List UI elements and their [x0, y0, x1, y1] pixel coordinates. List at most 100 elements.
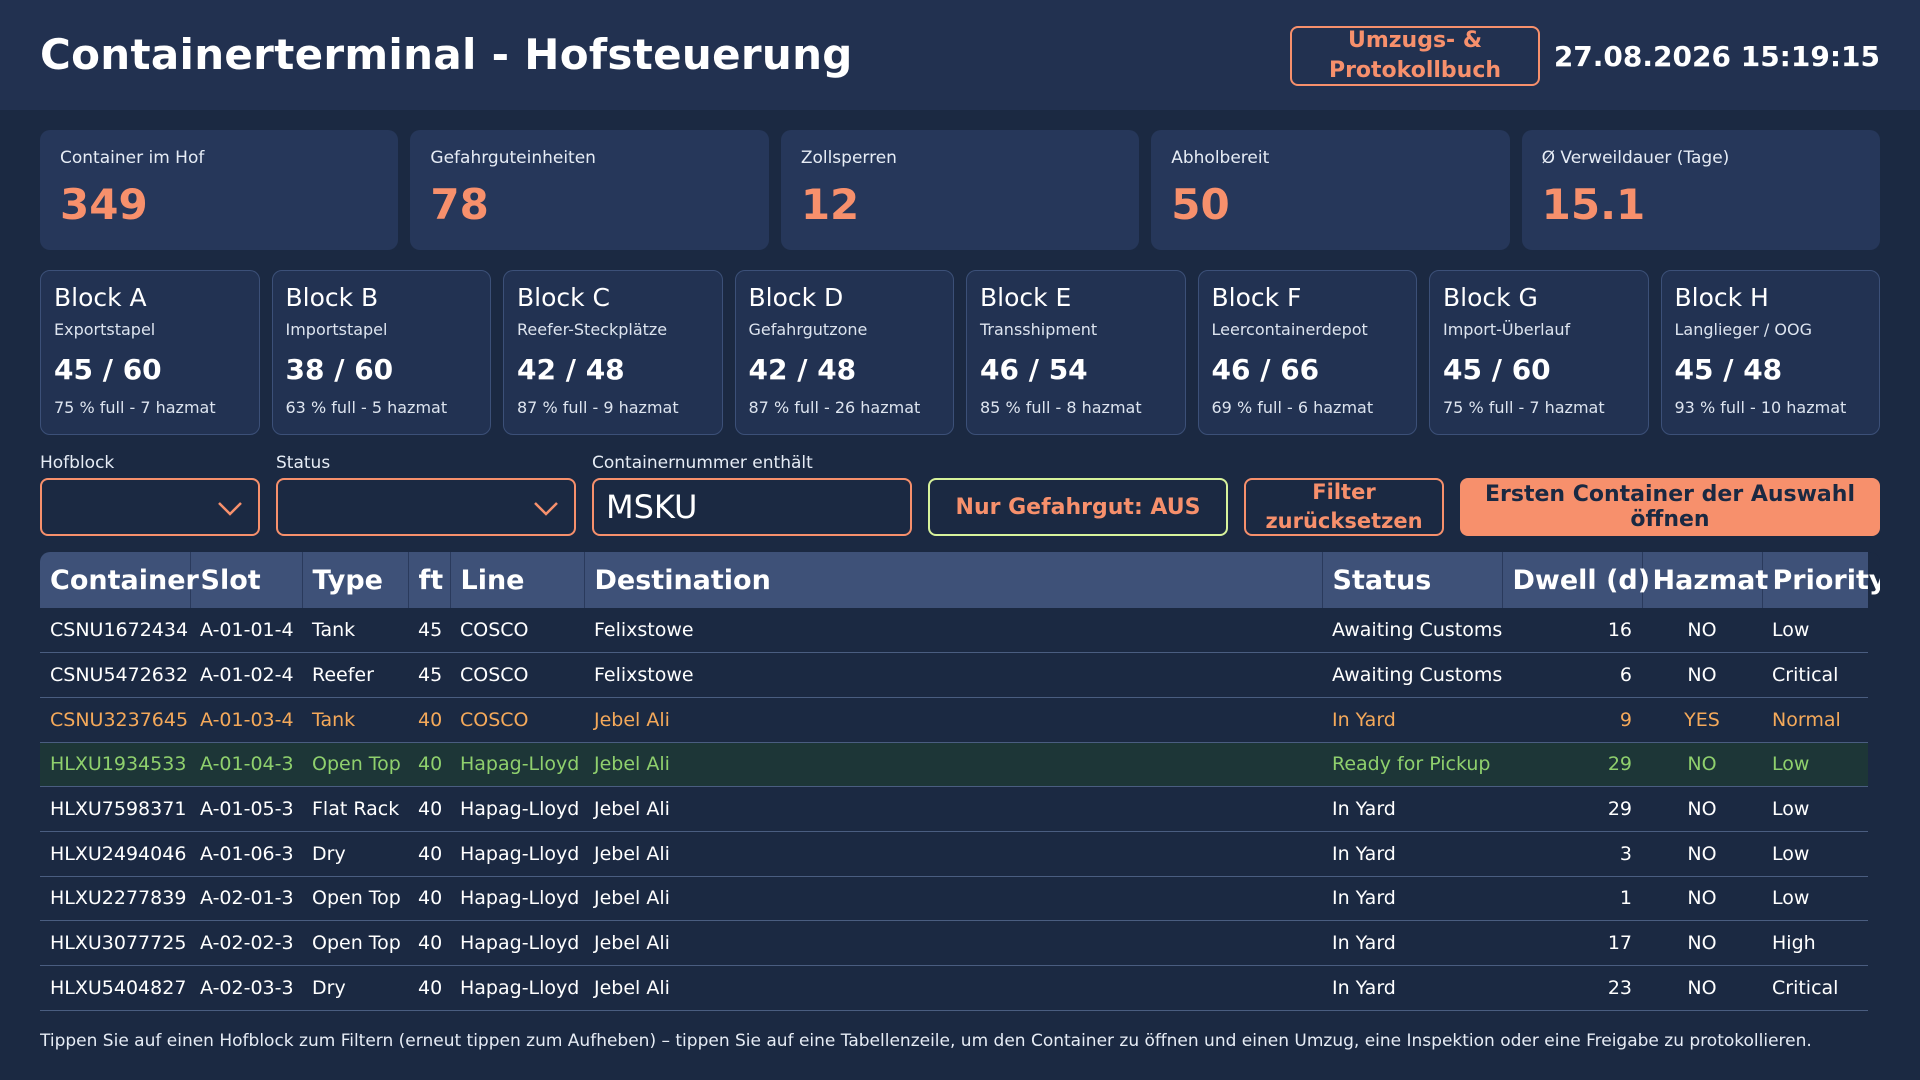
cell-line: Hapag-Lloyd [450, 920, 584, 966]
kpi-hazmat-units: Gefahrguteinheiten 78 [410, 130, 769, 250]
cell-dwell: 17 [1502, 920, 1642, 966]
cell-hazmat: YES [1642, 697, 1762, 743]
cell-destination: Jebel Ali [584, 965, 1322, 1011]
cell-dwell: 3 [1502, 831, 1642, 877]
cell-slot: A-01-01-4 [190, 608, 302, 654]
cell-status: Awaiting Customs [1322, 652, 1502, 698]
block-info: 63 % full - 5 hazmat [285, 398, 448, 417]
column-header-dwell[interactable]: Dwell (d) [1502, 552, 1650, 608]
kpi-label: Abholbereit [1171, 148, 1270, 168]
table-row[interactable]: CSNU3237645 A-01-03-4 Tank 40 COSCO Jebe… [40, 697, 1868, 743]
block-info: 87 % full - 9 hazmat [517, 398, 679, 417]
status-filter-select[interactable] [276, 478, 576, 536]
cell-status: In Yard [1322, 920, 1502, 966]
cell-priority: Low [1762, 831, 1868, 877]
kpi-average-dwell: Ø Verweildauer (Tage) 15.1 [1521, 130, 1881, 250]
chevron-down-icon [534, 502, 558, 516]
block-occupancy: 45 / 48 [1674, 353, 1783, 386]
cell-destination: Jebel Ali [584, 697, 1322, 743]
block-occupancy: 42 / 48 [517, 353, 625, 386]
block-card-h[interactable]: Block H Langlieger / OOG 45 / 48 93 % fu… [1660, 270, 1880, 435]
column-header-container[interactable]: Container [40, 552, 199, 608]
cell-dwell: 23 [1502, 965, 1642, 1011]
table-row[interactable]: HLXU7598371 A-01-05-3 Flat Rack 40 Hapag… [40, 786, 1868, 832]
cell-type: Dry [302, 831, 408, 877]
cell-hazmat: NO [1642, 965, 1762, 1011]
cell-line: COSCO [450, 652, 584, 698]
table-row[interactable]: HLXU3077725 A-02-02-3 Open Top 40 Hapag-… [40, 920, 1868, 966]
block-name: Block A [54, 283, 147, 312]
cell-slot: A-02-02-3 [190, 920, 302, 966]
kpi-value: 12 [800, 180, 860, 229]
block-info: 93 % full - 10 hazmat [1674, 398, 1847, 417]
cell-destination: Jebel Ali [584, 831, 1322, 877]
column-header-line[interactable]: Line [450, 552, 585, 608]
table-row[interactable]: HLXU2277839 A-02-01-3 Open Top 40 Hapag-… [40, 876, 1868, 922]
block-card-f[interactable]: Block F Leercontainerdepot 46 / 66 69 % … [1197, 270, 1417, 435]
block-card-g[interactable]: Block G Import-Überlauf 45 / 60 75 % ful… [1429, 270, 1649, 435]
table-row[interactable]: HLXU1934533 A-01-04-3 Open Top 40 Hapag-… [40, 742, 1868, 788]
cell-ft: 45 [408, 608, 450, 654]
container-number-input[interactable] [592, 478, 912, 536]
cell-hazmat: NO [1642, 608, 1762, 654]
hazmat-only-toggle[interactable]: Nur Gefahrgut: AUS [928, 478, 1228, 536]
kpi-label: Ø Verweildauer (Tage) [1541, 148, 1730, 168]
block-description: Transshipment [980, 320, 1098, 339]
block-card-b[interactable]: Block B Importstapel 38 / 60 63 % full -… [271, 270, 491, 435]
cell-priority: Low [1762, 786, 1868, 832]
block-description: Reefer-Steckplätze [517, 320, 668, 339]
cell-destination: Jebel Ali [584, 742, 1322, 788]
reset-filters-button[interactable]: Filter zurücksetzen [1244, 478, 1444, 536]
cell-hazmat: NO [1642, 742, 1762, 788]
table-row[interactable]: CSNU5472632 A-01-02-4 Reefer 45 COSCO Fe… [40, 652, 1868, 698]
table-row[interactable]: CSNU1672434 A-01-01-4 Tank 45 COSCO Feli… [40, 608, 1868, 654]
block-occupancy: 38 / 60 [285, 353, 394, 386]
block-card-e[interactable]: Block E Transshipment 46 / 54 85 % full … [966, 270, 1186, 435]
table-row[interactable]: HLXU2494046 A-01-06-3 Dry 40 Hapag-Lloyd… [40, 831, 1868, 877]
cell-status: In Yard [1322, 697, 1502, 743]
cell-type: Tank [302, 608, 408, 654]
cell-hazmat: NO [1642, 920, 1762, 966]
column-header-hazmat[interactable]: Hazmat [1642, 552, 1768, 608]
cell-type: Tank [302, 697, 408, 743]
table-row[interactable]: HLXU5404827 A-02-03-3 Dry 40 Hapag-Lloyd… [40, 965, 1868, 1011]
column-header-type[interactable]: Type [302, 552, 409, 608]
cell-dwell: 16 [1502, 608, 1642, 654]
kpi-ready-for-pickup: Abholbereit 50 [1151, 130, 1510, 250]
cell-slot: A-01-03-4 [190, 697, 302, 743]
column-header-slot[interactable]: Slot [190, 552, 303, 608]
block-description: Leercontainerdepot [1211, 320, 1368, 339]
cell-container: HLXU2277839 [40, 876, 190, 922]
block-name: Block D [748, 283, 844, 312]
cell-hazmat: NO [1642, 786, 1762, 832]
block-name: Block G [1443, 283, 1538, 312]
cell-hazmat: NO [1642, 831, 1762, 877]
cell-ft: 40 [408, 876, 450, 922]
cell-type: Open Top [302, 876, 408, 922]
kpi-value: 349 [60, 180, 148, 229]
cell-line: Hapag-Lloyd [450, 786, 584, 832]
column-header-destination[interactable]: Destination [584, 552, 1323, 608]
cell-slot: A-02-03-3 [190, 965, 302, 1011]
block-occupancy: 45 / 60 [54, 353, 162, 386]
cell-priority: Normal [1762, 697, 1868, 743]
cell-status: Ready for Pickup [1322, 742, 1502, 788]
cell-slot: A-01-05-3 [190, 786, 302, 832]
block-card-a[interactable]: Block A Exportstapel 45 / 60 75 % full -… [40, 270, 260, 435]
cell-container: HLXU3077725 [40, 920, 190, 966]
cell-status: In Yard [1322, 876, 1502, 922]
cell-status: In Yard [1322, 786, 1502, 832]
move-log-button[interactable]: Umzugs- & Protokollbuch [1290, 26, 1540, 86]
column-header-status[interactable]: Status [1322, 552, 1503, 608]
column-header-priority[interactable]: Priority [1762, 552, 1881, 608]
kpi-row: Container im Hof 349 Gefahrguteinheiten … [40, 130, 1881, 250]
open-first-container-button[interactable]: Ersten Container der Auswahl öffnen [1460, 478, 1880, 536]
container-filter-label: Containernummer enthält [592, 453, 813, 473]
cell-priority: Low [1762, 742, 1868, 788]
block-card-d[interactable]: Block D Gefahrgutzone 42 / 48 87 % full … [734, 270, 954, 435]
block-info: 87 % full - 26 hazmat [748, 398, 921, 417]
block-filter-select[interactable] [40, 478, 260, 536]
column-header-ft[interactable]: ft [408, 552, 451, 608]
block-card-c[interactable]: Block C Reefer-Steckplätze 42 / 48 87 % … [503, 270, 723, 435]
block-info: 75 % full - 7 hazmat [1443, 398, 1605, 417]
